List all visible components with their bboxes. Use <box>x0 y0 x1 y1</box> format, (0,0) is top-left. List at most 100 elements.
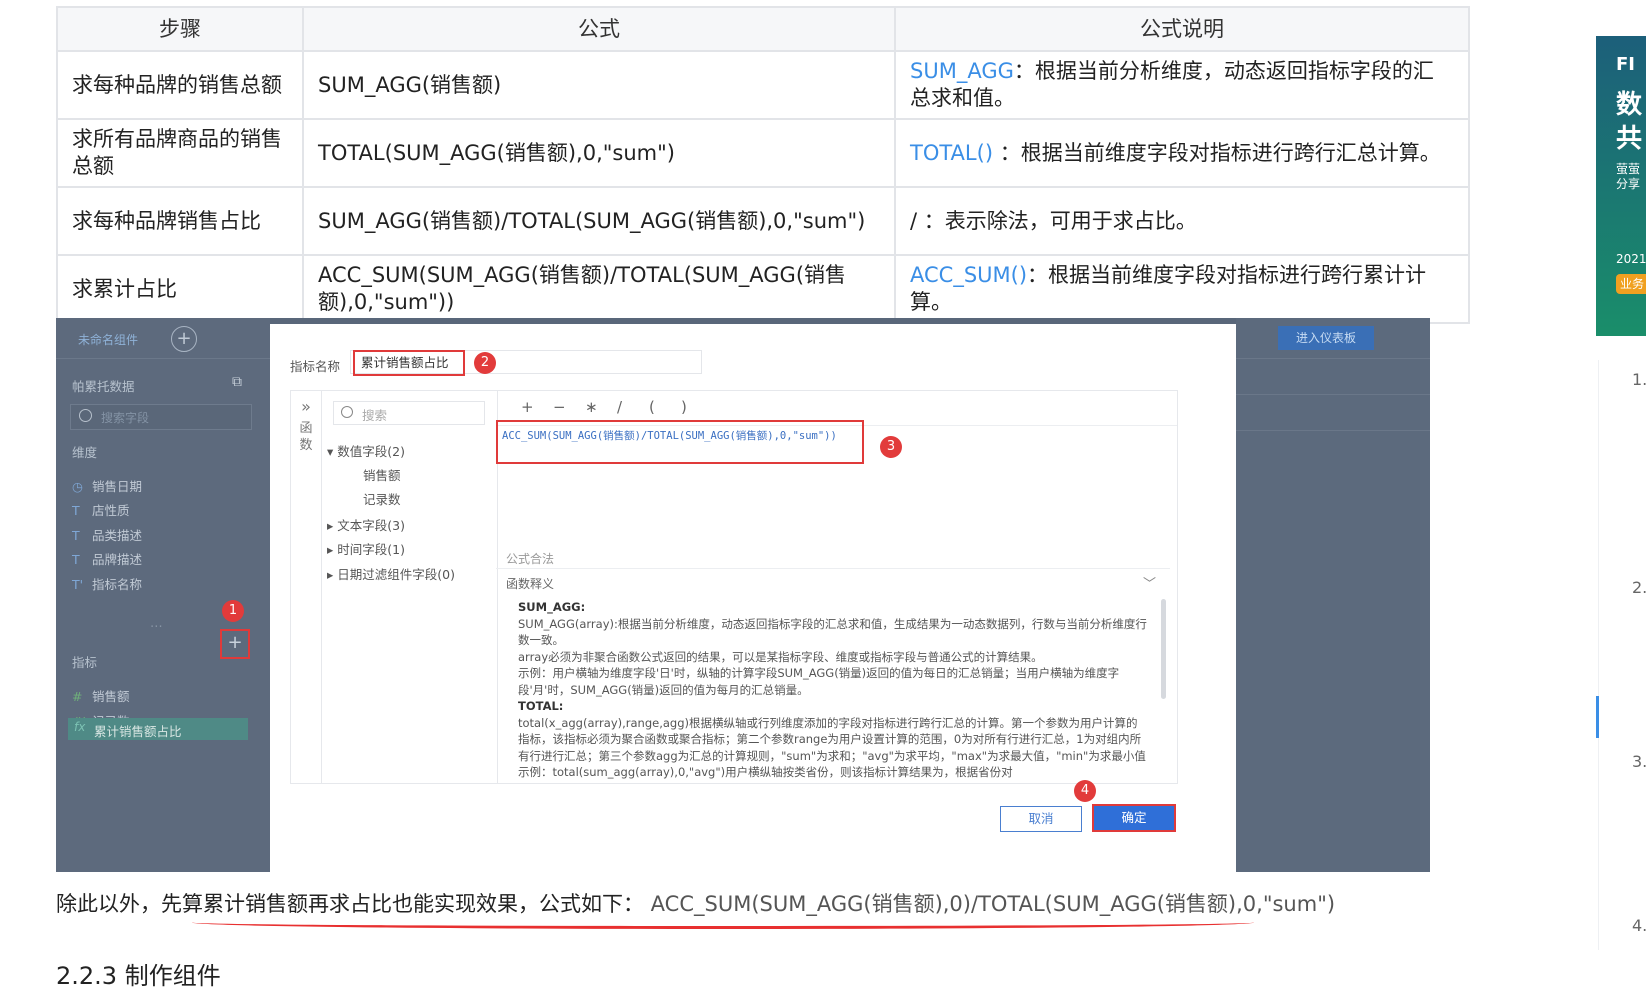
cell-step: 求每种品牌的销售总额 <box>56 50 304 120</box>
ad-subtext: 萤萤 分享 <box>1616 162 1641 191</box>
cell-description: TOTAL() ：根据当前维度字段对指标进行跨行汇总计算。 <box>894 118 1470 188</box>
dimension-section-label: 维度 <box>72 445 98 460</box>
step-badge: 2 <box>474 352 496 374</box>
dimension-field[interactable]: ◷ 销售日期 <box>72 476 142 495</box>
toc-active-marker <box>1596 696 1599 738</box>
add-formula-dialog: 指标名称 累计销售额占比 2 » 函数 搜索 ▾ 数值字段(2) 销售额 记录数… <box>270 324 1236 872</box>
note-paragraph: 除此以外，先算累计销售额再求占比也能实现效果，公式如下： ACC_SUM(SUM… <box>56 892 1336 916</box>
header-step: 步骤 <box>56 6 304 52</box>
toc-item[interactable]: 3. <box>1632 752 1646 771</box>
tree-leaf-field[interactable]: 销售额 <box>363 465 401 484</box>
metric-name-label: 指标名称 <box>290 359 341 374</box>
function-explanation: 函数释义 ﹀ SUM_AGG: SUM_AGG(array):根据当前分析维度，… <box>496 568 1170 783</box>
dimension-field[interactable]: T 品类描述 <box>72 525 142 544</box>
section-heading: 2.2.3 制作组件 <box>56 962 221 990</box>
number-field-icon: # <box>72 689 83 704</box>
cell-description: SUM_AGG：根据当前分析维度，动态返回指标字段的汇总求和值。 <box>894 50 1470 120</box>
toc-divider <box>1598 360 1599 950</box>
chevron-down-icon[interactable]: ﹀ <box>1143 573 1156 592</box>
ad-tag: 业务 <box>1616 274 1646 294</box>
inline-code: ACC_SUM(SUM_AGG(销售额),0)/TOTAL(SUM_AGG(销售… <box>644 892 1336 916</box>
cancel-button[interactable]: 取消 <box>1000 806 1082 832</box>
component-tab-bar: 未命名组件 + <box>56 318 270 359</box>
confirm-button[interactable]: 确定 <box>1092 804 1176 832</box>
function-tab[interactable]: » 函数 <box>291 391 322 783</box>
function-link[interactable]: TOTAL() <box>910 141 993 165</box>
app-screenshot: 未命名组件 + 帕累托数据 ⧉ 搜索字段 维度 ◷ 销售日期 T 店性质 T 品类描述… <box>56 318 1430 872</box>
clock-icon: ◷ <box>72 479 83 494</box>
close-paren-button[interactable]: ) <box>681 398 687 416</box>
explanation-body: SUM_AGG: SUM_AGG(array):根据当前分析维度，动态返回指标字… <box>518 600 1147 779</box>
tree-search-input[interactable]: 搜索 <box>333 401 485 425</box>
cell-formula: SUM_AGG(销售额)/TOTAL(SUM_AGG(销售额),0,"sum") <box>302 186 896 256</box>
dimension-field[interactable]: T 品牌描述 <box>72 549 142 568</box>
ad-headline: 数共 <box>1616 90 1643 154</box>
expand-functions-icon[interactable]: » <box>291 397 321 416</box>
text-field-icon: T <box>72 552 80 567</box>
tree-leaf-field[interactable]: 记录数 <box>363 489 401 508</box>
component-tab[interactable]: 未命名组件 <box>78 331 138 348</box>
text-field-icon: T <box>72 528 80 543</box>
toc-item[interactable]: 1. <box>1632 370 1646 389</box>
text-field-icon: T' <box>72 577 84 592</box>
red-underline-annotation <box>192 916 1254 929</box>
formula-icon: fx <box>74 720 86 734</box>
measure-field[interactable]: # 销售额 <box>72 686 130 705</box>
header-formula: 公式 <box>302 6 896 52</box>
explanation-title: 函数释义 <box>506 577 555 591</box>
divide-operator-button[interactable]: / <box>617 398 622 416</box>
search-icon <box>79 409 92 422</box>
formula-valid-status: 公式合法 <box>506 552 555 566</box>
formula-input[interactable]: ACC_SUM(SUM_AGG(销售额)/TOTAL(SUM_AGG(销售额),… <box>496 420 864 464</box>
tree-node-time[interactable]: ▸ 时间字段(1) <box>327 539 405 558</box>
toc-item[interactable]: 2. <box>1632 578 1646 597</box>
add-component-icon[interactable]: + <box>171 326 197 352</box>
cell-step: 求累计占比 <box>56 254 304 324</box>
tree-node-numeric[interactable]: ▾ 数值字段(2) <box>327 441 405 460</box>
text-field-icon: T <box>72 503 80 518</box>
cell-description: / ：表示除法，可用于求占比。 <box>894 186 1470 256</box>
enter-dashboard-button[interactable]: 进入仪表板 <box>1278 326 1374 350</box>
drag-handle-icon[interactable]: ⋯ <box>150 618 163 633</box>
open-paren-button[interactable]: ( <box>649 398 655 416</box>
switch-dataset-icon[interactable]: ⧉ <box>232 374 242 390</box>
dataset-name: 帕累托数据 <box>72 379 135 394</box>
explanation-scrollbar[interactable] <box>1161 599 1166 699</box>
formula-table: 步骤 公式 公式说明 求每种品牌的销售总额 SUM_AGG(销售额) SUM_A… <box>56 6 1470 324</box>
minus-operator-button[interactable]: − <box>553 398 566 416</box>
function-link[interactable]: SUM_AGG <box>910 59 1014 83</box>
table-header-row: 步骤 公式 公式说明 <box>56 6 1470 52</box>
cell-step: 求所有品牌商品的销售总额 <box>56 118 304 188</box>
cell-description: ACC_SUM()：根据当前维度字段对指标进行跨行累计计算。 <box>894 254 1470 324</box>
field-tree: 搜索 ▾ 数值字段(2) 销售额 记录数 ▸ 文本字段(3) ▸ 时间字段(1)… <box>321 391 498 783</box>
step-badge: 1 <box>222 600 244 622</box>
dimension-field[interactable]: T 店性质 <box>72 500 130 519</box>
tree-node-date-filter[interactable]: ▸ 日期过滤组件字段(0) <box>327 564 455 583</box>
table-row: 求所有品牌商品的销售总额 TOTAL(SUM_AGG(销售额),0,"sum")… <box>56 118 1470 188</box>
step-badge: 4 <box>1074 780 1096 802</box>
table-row: 求累计占比 ACC_SUM(SUM_AGG(销售额)/TOTAL(SUM_AGG… <box>56 254 1470 324</box>
cell-formula: TOTAL(SUM_AGG(销售额),0,"sum") <box>302 118 896 188</box>
header-description: 公式说明 <box>894 6 1470 52</box>
canvas-area <box>1236 318 1430 872</box>
add-measure-button[interactable]: + <box>220 629 250 659</box>
ad-logo: FI <box>1616 54 1635 75</box>
field-search-input[interactable]: 搜索字段 <box>70 404 252 430</box>
ad-year: 2021 <box>1616 252 1646 266</box>
plus-operator-button[interactable]: + <box>521 398 534 416</box>
cell-formula: ACC_SUM(SUM_AGG(销售额)/TOTAL(SUM_AGG(销售额),… <box>302 254 896 324</box>
field-sidebar: 未命名组件 + 帕累托数据 ⧉ 搜索字段 维度 ◷ 销售日期 T 店性质 T 品类描述… <box>56 318 270 872</box>
cell-formula: SUM_AGG(销售额) <box>302 50 896 120</box>
search-icon <box>341 406 353 418</box>
tree-node-text[interactable]: ▸ 文本字段(3) <box>327 515 405 534</box>
toc-item[interactable]: 4. <box>1632 916 1646 935</box>
ad-banner[interactable]: FI 数共 萤萤 分享 2021 业务 <box>1596 36 1646 336</box>
selected-measure-field[interactable]: fx 累计销售额占比 <box>68 718 248 740</box>
cell-step: 求每种品牌销售占比 <box>56 186 304 256</box>
dimension-field[interactable]: T' 指标名称 <box>72 574 142 593</box>
multiply-operator-button[interactable]: ∗ <box>585 398 598 416</box>
metric-name-input[interactable]: 累计销售额占比 <box>350 350 702 376</box>
function-link[interactable]: ACC_SUM() <box>910 263 1027 287</box>
table-row: 求每种品牌销售占比 SUM_AGG(销售额)/TOTAL(SUM_AGG(销售额… <box>56 186 1470 256</box>
measure-section-label: 指标 <box>72 655 98 670</box>
